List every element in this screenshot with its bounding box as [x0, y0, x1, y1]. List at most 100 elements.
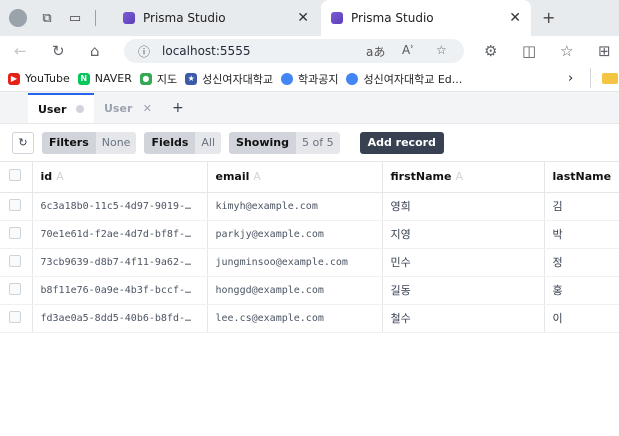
column-name: firstName	[390, 170, 452, 184]
close-tab-icon[interactable]: ✕	[297, 10, 309, 26]
cell-firstname[interactable]: 민수	[382, 248, 545, 277]
browser-tab-2[interactable]: Prisma Studio ✕	[321, 0, 531, 36]
read-aloud-icon[interactable]: Aʾ	[402, 43, 414, 57]
maps-icon: ●	[139, 72, 152, 85]
globe-icon	[346, 72, 359, 85]
row-select-cell[interactable]	[0, 220, 33, 249]
bookmark-naver[interactable]: N NAVER	[77, 72, 132, 85]
collections-icon[interactable]: ⊞	[598, 42, 611, 60]
workspaces-icon[interactable]: ⧉	[39, 10, 55, 26]
row-checkbox[interactable]	[9, 226, 21, 239]
unsaved-dot-icon	[76, 105, 84, 113]
back-icon[interactable]: ←	[14, 42, 27, 60]
youtube-icon: ▶	[8, 72, 20, 85]
cell-firstname[interactable]: 철수	[382, 304, 545, 333]
cell-email[interactable]: jungminsoo@example.com	[207, 248, 383, 277]
close-tab-icon[interactable]: ✕	[509, 10, 521, 26]
bookmark-school-ed[interactable]: 성신여자대학교 Ed...	[346, 71, 462, 87]
column-header-lastname[interactable]: lastName	[544, 162, 619, 193]
cell-id[interactable]: fd3ae0a5-8dd5-40b6-b8fd-…	[32, 304, 208, 333]
profile-avatar[interactable]	[9, 9, 27, 27]
showing-button[interactable]: Showing 5 of 5	[229, 131, 340, 154]
bookmark-youtube[interactable]: ▶ YouTube	[8, 72, 70, 85]
cell-lastname[interactable]: 김	[544, 192, 619, 221]
cell-lastname[interactable]: 이	[544, 304, 619, 333]
add-record-button[interactable]: Add record	[359, 131, 444, 154]
cell-email[interactable]: lee.cs@example.com	[207, 304, 383, 333]
select-all-cell[interactable]	[0, 162, 33, 193]
filters-label: Filters	[42, 131, 96, 154]
close-icon[interactable]: ✕	[143, 102, 152, 115]
home-icon[interactable]: ⌂	[90, 42, 100, 60]
records-table: id A email A firstName A lastName 6c3a18b0-…	[0, 162, 619, 333]
row-checkbox[interactable]	[9, 310, 21, 323]
cell-email[interactable]: kimyh@example.com	[207, 192, 383, 221]
browser-tab-1[interactable]: Prisma Studio ✕	[113, 0, 319, 36]
row-select-cell[interactable]	[0, 276, 33, 305]
row-select-cell[interactable]	[0, 248, 33, 277]
cell-email[interactable]: parkjy@example.com	[207, 220, 383, 249]
url-input[interactable]: ⓘ localhost:5555 aあ Aʾ ☆	[124, 39, 464, 63]
bookmark-label: YouTube	[25, 72, 70, 85]
tab-title: Prisma Studio	[143, 11, 226, 25]
reload-button[interactable]: ↻	[12, 131, 34, 154]
fields-value: All	[195, 131, 222, 154]
tab-label: User	[38, 102, 67, 116]
cell-firstname[interactable]: 길동	[382, 276, 545, 305]
tab-actions-icon[interactable]: ▭	[67, 10, 83, 26]
add-tab-button[interactable]: +	[162, 93, 190, 123]
column-header-firstname[interactable]: firstName A	[382, 162, 545, 193]
folder-icon[interactable]	[602, 73, 618, 84]
table-row[interactable]: 70e1e61d-f2ae-4d7d-bf8f-… parkjy@example…	[0, 220, 619, 249]
cell-firstname[interactable]: 영희	[382, 192, 545, 221]
table-row[interactable]: fd3ae0a5-8dd5-40b6-b8fd-… lee.cs@example…	[0, 304, 619, 333]
cell-lastname[interactable]: 홍	[544, 276, 619, 305]
row-select-cell[interactable]	[0, 304, 33, 333]
cell-id[interactable]: 73cb9639-d8b7-4f11-9a62-…	[32, 248, 208, 277]
bookmark-school[interactable]: ★ 성신여자대학교	[185, 71, 273, 87]
row-checkbox[interactable]	[9, 282, 21, 295]
cell-lastname[interactable]: 정	[544, 248, 619, 277]
globe-icon	[281, 72, 293, 85]
fields-button[interactable]: Fields All	[144, 131, 222, 154]
cell-firstname[interactable]: 지영	[382, 220, 545, 249]
bookmark-label: 성신여자대학교	[202, 72, 273, 86]
column-name: email	[215, 170, 250, 184]
reader-mode-icon[interactable]: aあ	[366, 43, 385, 60]
favorite-star-icon[interactable]: ☆	[436, 43, 447, 57]
cell-id[interactable]: 70e1e61d-f2ae-4d7d-bf8f-…	[32, 220, 208, 249]
select-all-checkbox[interactable]	[9, 169, 21, 182]
new-tab-button[interactable]: +	[542, 8, 555, 27]
prisma-icon	[331, 12, 343, 24]
prisma-icon	[123, 12, 135, 24]
tab-user[interactable]: User ✕	[94, 93, 162, 123]
address-bar-row: ← ↻ ⌂ ⓘ localhost:5555 aあ Aʾ ☆ ⚙ ◫ ☆ ⊞	[0, 36, 619, 66]
row-select-cell[interactable]	[0, 192, 33, 221]
row-checkbox[interactable]	[9, 254, 21, 267]
column-header-id[interactable]: id A	[32, 162, 208, 193]
column-header-email[interactable]: email A	[207, 162, 383, 193]
reload-icon[interactable]: ↻	[52, 42, 65, 60]
bookmark-notices[interactable]: 학과공지	[281, 71, 338, 87]
table-row[interactable]: 73cb9639-d8b7-4f11-9a62-… jungminsoo@exa…	[0, 248, 619, 277]
column-name: lastName	[552, 170, 612, 184]
more-bookmarks-icon[interactable]: ›	[568, 71, 573, 86]
split-screen-icon[interactable]: ◫	[522, 42, 536, 60]
url-text: localhost:5555	[162, 44, 251, 58]
bookmark-label: NAVER	[94, 72, 132, 85]
cell-id[interactable]: 6c3a18b0-11c5-4d97-9019-…	[32, 192, 208, 221]
bookmark-maps[interactable]: ● 지도	[139, 71, 178, 87]
cell-lastname[interactable]: 박	[544, 220, 619, 249]
string-type-icon: A	[56, 170, 64, 184]
tab-user-active[interactable]: User	[28, 93, 94, 123]
bookmark-label: 지도	[156, 72, 178, 86]
row-checkbox[interactable]	[9, 198, 21, 211]
site-info-icon[interactable]: ⓘ	[138, 43, 150, 60]
table-row[interactable]: 6c3a18b0-11c5-4d97-9019-… kimyh@example.…	[0, 192, 619, 221]
extensions-icon[interactable]: ⚙	[484, 42, 497, 60]
cell-email[interactable]: honggd@example.com	[207, 276, 383, 305]
filters-button[interactable]: Filters None	[42, 131, 137, 154]
favorites-icon[interactable]: ☆	[560, 42, 573, 60]
table-row[interactable]: b8f11e76-0a9e-4b3f-bccf-… honggd@example…	[0, 276, 619, 305]
cell-id[interactable]: b8f11e76-0a9e-4b3f-bccf-…	[32, 276, 208, 305]
